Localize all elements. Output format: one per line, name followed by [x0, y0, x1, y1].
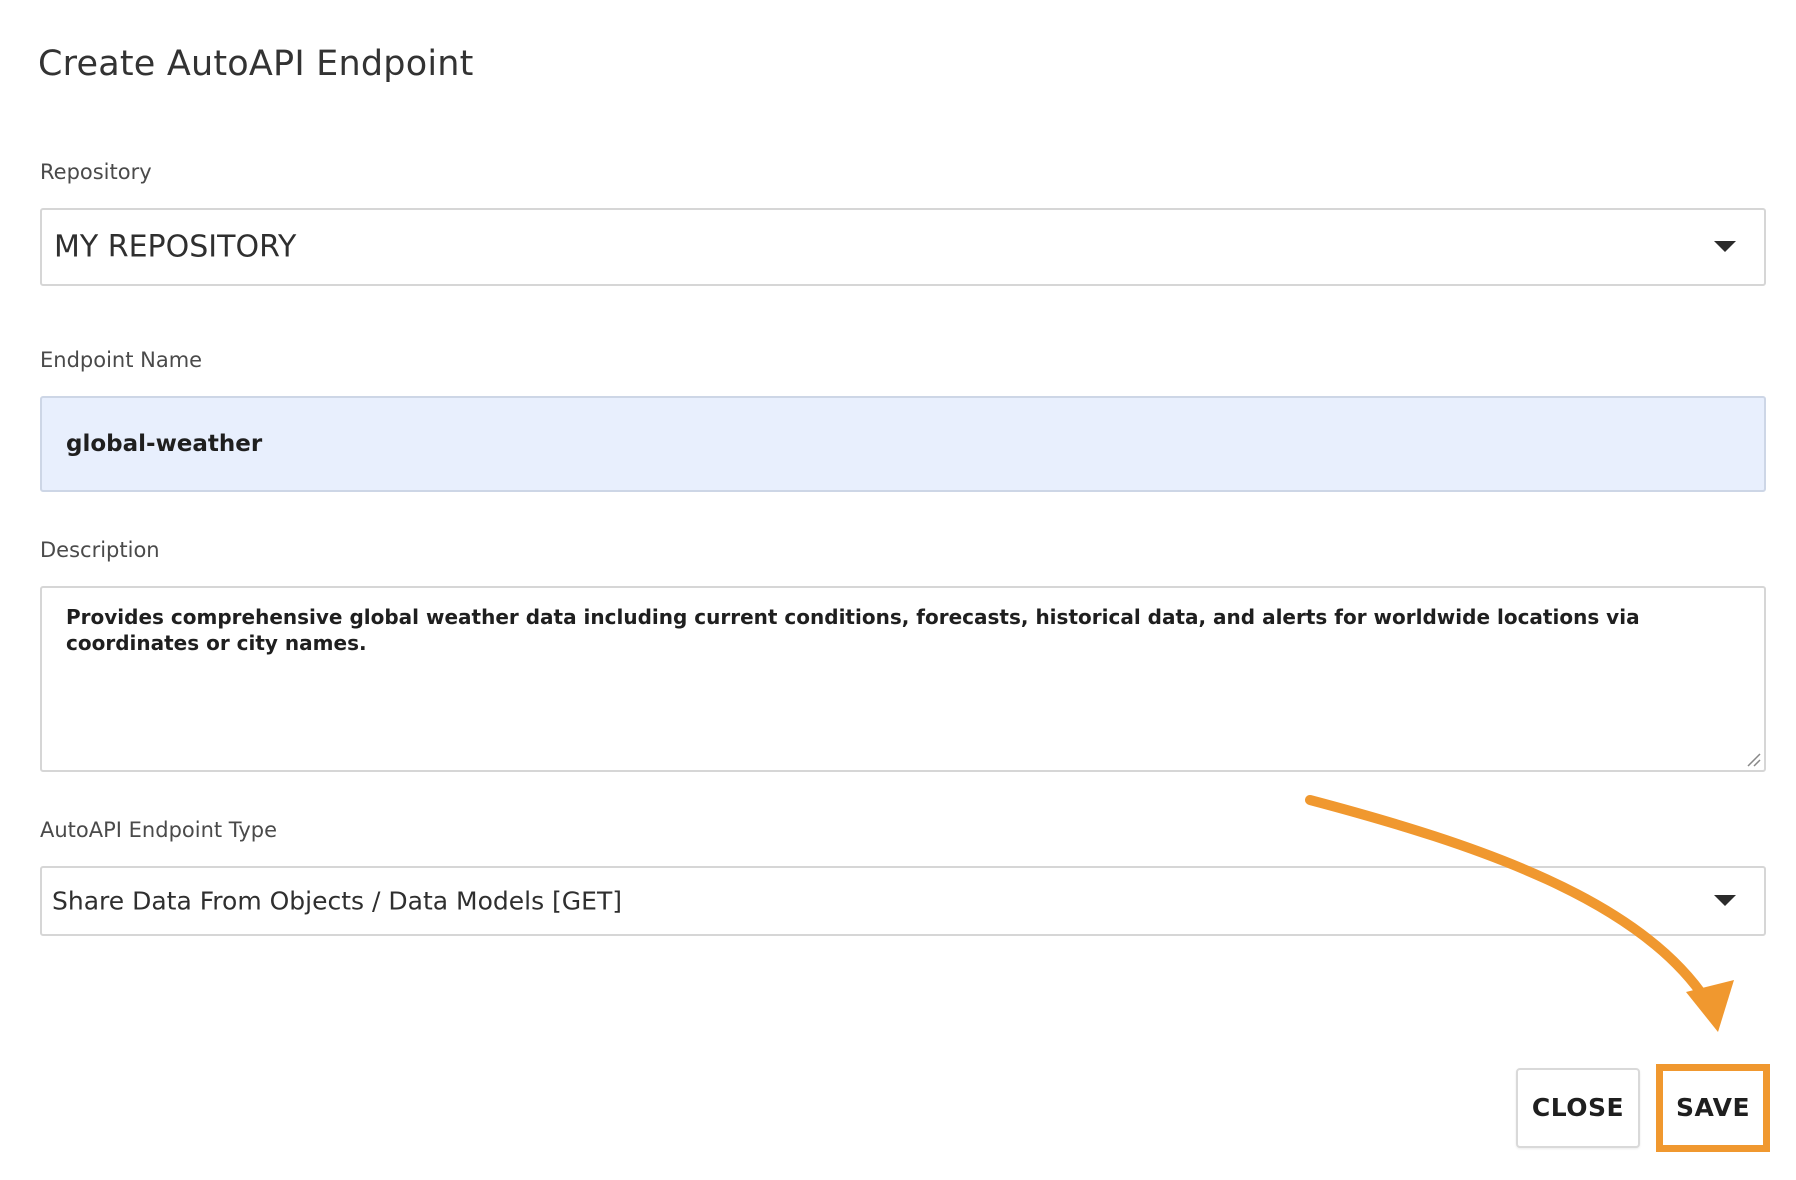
save-button[interactable]: SAVE	[1656, 1064, 1770, 1152]
repository-select[interactable]: MY REPOSITORY	[40, 208, 1766, 286]
close-button[interactable]: CLOSE	[1516, 1068, 1640, 1148]
endpoint-name-label: Endpoint Name	[40, 348, 203, 372]
resize-handle-icon[interactable]	[1745, 751, 1761, 767]
description-label: Description	[40, 538, 160, 562]
dialog-title: Create AutoAPI Endpoint	[38, 44, 474, 84]
repository-selected-value: MY REPOSITORY	[54, 229, 297, 265]
description-textarea[interactable]: Provides comprehensive global weather da…	[40, 586, 1766, 772]
create-endpoint-dialog: Create AutoAPI Endpoint Repository MY RE…	[0, 0, 1796, 1180]
endpoint-name-value: global-weather	[66, 431, 263, 457]
endpoint-type-selected-value: Share Data From Objects / Data Models [G…	[52, 886, 622, 916]
endpoint-name-input[interactable]: global-weather	[40, 396, 1766, 492]
description-value: Provides comprehensive global weather da…	[66, 605, 1640, 655]
repository-label: Repository	[40, 160, 152, 184]
chevron-down-icon	[1714, 241, 1736, 252]
endpoint-type-label: AutoAPI Endpoint Type	[40, 818, 278, 842]
chevron-down-icon	[1714, 895, 1736, 906]
endpoint-type-select[interactable]: Share Data From Objects / Data Models [G…	[40, 866, 1766, 936]
